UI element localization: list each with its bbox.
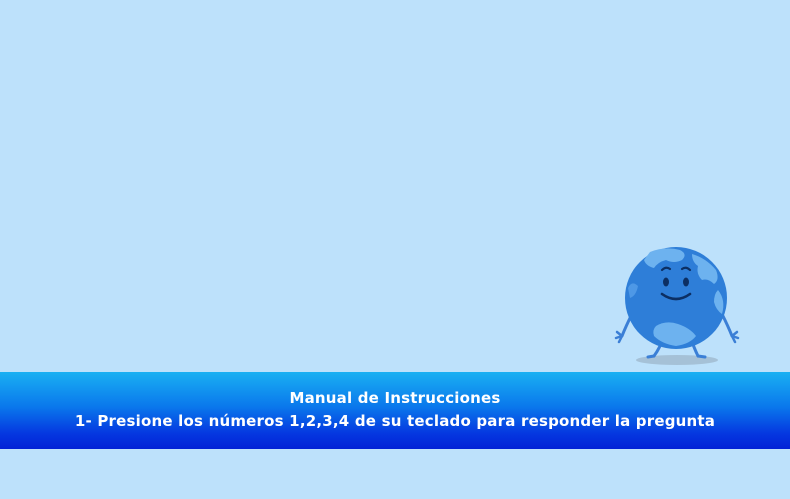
instructions-title: Manual de Instrucciones bbox=[289, 389, 501, 407]
game-stage: Manual de Instrucciones 1- Presione los … bbox=[0, 0, 790, 499]
instructions-banner: Manual de Instrucciones 1- Presione los … bbox=[0, 372, 790, 449]
smiling-globe-icon bbox=[614, 247, 740, 365]
instructions-line: 1- Presione los números 1,2,3,4 de su te… bbox=[74, 412, 716, 430]
